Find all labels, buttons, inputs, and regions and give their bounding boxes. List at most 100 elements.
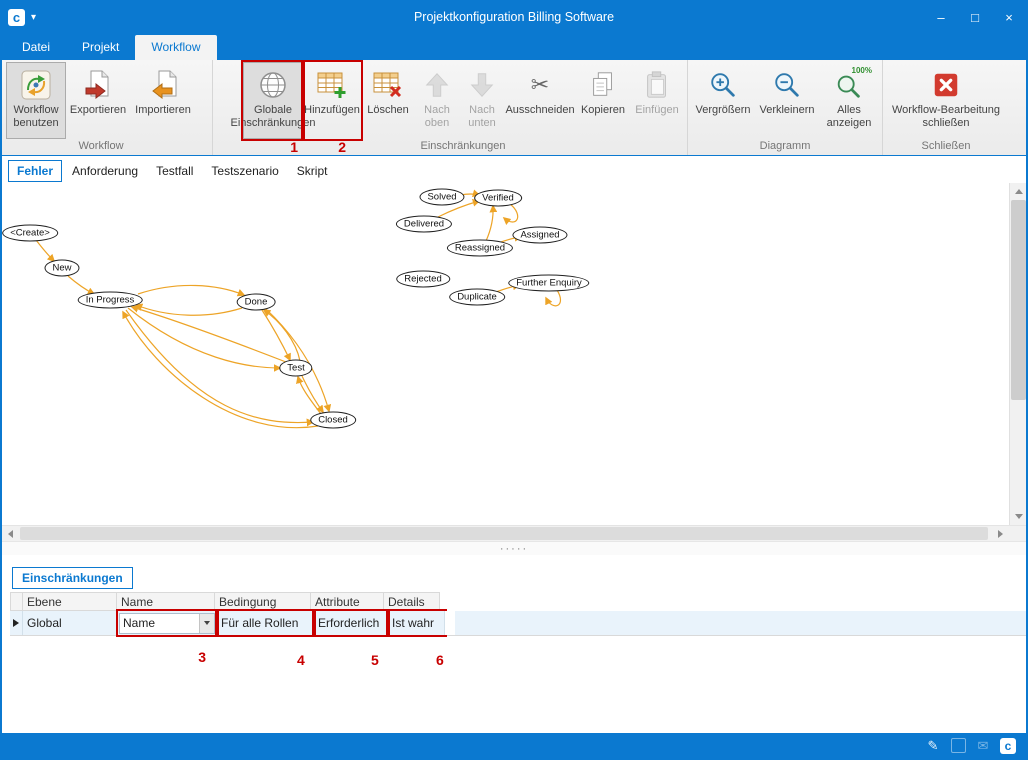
combobox-dropdown-button[interactable]	[199, 614, 214, 633]
panel-splitter[interactable]: ·····	[2, 541, 1026, 555]
verkleinern-button[interactable]: Verkleinern	[754, 62, 820, 139]
doc-tab-fehler[interactable]: Fehler	[8, 160, 62, 182]
export-icon	[81, 67, 115, 103]
tab-projekt[interactable]: Projekt	[66, 35, 135, 60]
row-selector[interactable]	[10, 611, 23, 635]
workflow-node-new[interactable]: New	[44, 260, 79, 277]
workflow-use-icon	[19, 67, 53, 103]
doc-tab-testszenario[interactable]: Testszenario	[203, 161, 286, 181]
ribbon-tab-strip: Datei Projekt Workflow	[2, 32, 1026, 60]
titlebar: c ▾ Projektkonfiguration Billing Softwar…	[2, 2, 1026, 32]
workflow-node-rejected[interactable]: Rejected	[396, 271, 450, 288]
importieren-button[interactable]: Importieren	[130, 62, 196, 139]
window-title: Projektkonfiguration Billing Software	[414, 10, 614, 24]
horizontal-scrollbar[interactable]	[2, 525, 1026, 541]
button-label: Einfügen	[635, 104, 678, 117]
chevron-down-icon	[204, 621, 210, 625]
workflow-node-in-progress[interactable]: In Progress	[78, 292, 143, 309]
workflow-node-solved[interactable]: Solved	[419, 189, 464, 206]
workflow-node-assigned[interactable]: Assigned	[512, 227, 567, 244]
button-label: Ausschneiden	[505, 104, 574, 117]
button-label: Exportieren	[70, 104, 126, 117]
nach-oben-button: Nach oben	[415, 62, 459, 139]
header-name[interactable]: Name	[116, 592, 215, 611]
ausschneiden-button[interactable]: ✂ Ausschneiden	[505, 62, 575, 139]
vertical-scrollbar[interactable]	[1009, 183, 1026, 525]
zoom-out-icon	[770, 67, 804, 103]
workflow-node-create[interactable]: <Create>	[2, 225, 58, 242]
ribbon-group-workflow: Workflow benutzen Exportieren Importiere…	[2, 60, 212, 155]
document-tab-strip: Fehler Anforderung Testfall Testszenario…	[2, 156, 1026, 183]
tab-workflow[interactable]: Workflow	[135, 35, 216, 60]
annotation-number-6: 6	[436, 652, 444, 668]
app-window: c ▾ Projektkonfiguration Billing Softwar…	[0, 0, 1028, 760]
table-row[interactable]: Global Name 3 Für alle Rollen Erforderli…	[10, 611, 1026, 636]
scissors-icon: ✂	[523, 67, 557, 103]
app-icon[interactable]: c	[8, 9, 25, 26]
maximize-button[interactable]: □	[958, 2, 992, 32]
arrow-up-icon	[420, 67, 454, 103]
doc-tab-anforderung[interactable]: Anforderung	[64, 161, 146, 181]
header-details[interactable]: Details	[383, 592, 440, 611]
header-ebene[interactable]: Ebene	[22, 592, 117, 611]
scroll-up-icon[interactable]	[1010, 183, 1026, 200]
workflow-node-verified[interactable]: Verified	[474, 190, 522, 207]
workflow-node-reassigned[interactable]: Reassigned	[447, 240, 513, 257]
quick-access-caret-icon[interactable]: ▾	[31, 12, 36, 23]
arrow-down-icon	[465, 67, 499, 103]
constraints-panel: Einschränkungen Ebene Name Bedingung Att…	[2, 555, 1026, 733]
edit-status-icon[interactable]: ✎	[925, 738, 941, 754]
loeschen-button[interactable]: Löschen	[361, 62, 415, 139]
workflow-bearbeitung-schliessen-button[interactable]: Workflow-Bearbeitung schließen	[887, 62, 1005, 139]
workflow-edges	[2, 183, 1009, 525]
minimize-button[interactable]: –	[924, 2, 958, 32]
button-label: Vergrößern	[695, 104, 750, 117]
workflow-canvas[interactable]: <Create> New In Progress Done Test Close…	[2, 183, 1026, 525]
alles-anzeigen-button[interactable]: 100% Alles anzeigen	[820, 62, 878, 139]
group-label-schliessen: Schließen	[887, 139, 1005, 155]
header-bedingung[interactable]: Bedingung	[214, 592, 311, 611]
zoom-in-icon	[706, 67, 740, 103]
cell-details[interactable]: Ist wahr	[388, 611, 445, 635]
group-label-einschraenkungen: Einschränkungen	[243, 139, 683, 155]
vergroessern-button[interactable]: Vergrößern	[692, 62, 754, 139]
workflow-node-duplicate[interactable]: Duplicate	[449, 289, 505, 306]
scroll-down-icon[interactable]	[1010, 508, 1026, 525]
workflow-node-delivered[interactable]: Delivered	[396, 216, 452, 233]
workflow-benutzen-button[interactable]: Workflow benutzen	[6, 62, 66, 139]
scroll-left-icon[interactable]	[2, 526, 19, 542]
exportieren-button[interactable]: Exportieren	[66, 62, 130, 139]
annotation-number-1: 1	[290, 139, 298, 155]
mail-status-icon[interactable]: ✉	[975, 738, 991, 754]
workflow-node-closed[interactable]: Closed	[310, 412, 356, 429]
statusbar: ✎ ✉ c	[2, 733, 1026, 758]
cell-bedingung[interactable]: Für alle Rollen	[217, 611, 314, 635]
globe-icon	[256, 67, 290, 103]
name-combobox-cell[interactable]: Name 3	[118, 611, 217, 635]
copy-icon	[586, 67, 620, 103]
tab-datei[interactable]: Datei	[6, 35, 66, 60]
grid-status-icon[interactable]	[950, 738, 966, 754]
workflow-node-further-enquiry[interactable]: Further Enquiry	[508, 275, 589, 292]
doc-tab-skript[interactable]: Skript	[289, 161, 336, 181]
paste-icon	[640, 67, 674, 103]
hinzufuegen-button[interactable]: Hinzufügen 2	[303, 62, 361, 139]
horizontal-scrollbar-thumb[interactable]	[20, 527, 988, 540]
annotation-number-2: 2	[338, 139, 346, 155]
row-indicator-icon	[13, 619, 19, 627]
header-attribute[interactable]: Attribute	[310, 592, 384, 611]
app-logo-status-icon[interactable]: c	[1000, 738, 1016, 754]
panel-tab-einschraenkungen[interactable]: Einschränkungen	[12, 567, 133, 589]
ribbon-group-einschraenkungen: Globale Einschränkungen 1 Hinzufügen 2 L…	[212, 60, 687, 155]
cell-attribute[interactable]: Erforderlich	[314, 611, 388, 635]
close-button[interactable]: ×	[992, 2, 1026, 32]
cell-ebene[interactable]: Global	[23, 611, 118, 635]
globale-einschraenkungen-button[interactable]: Globale Einschränkungen 1	[243, 62, 303, 139]
vertical-scrollbar-thumb[interactable]	[1011, 200, 1026, 400]
scroll-right-icon[interactable]	[992, 526, 1009, 542]
kopieren-button[interactable]: Kopieren	[575, 62, 631, 139]
name-combobox[interactable]: Name	[119, 613, 215, 634]
workflow-node-done[interactable]: Done	[237, 294, 276, 311]
ribbon: Workflow benutzen Exportieren Importiere…	[2, 60, 1026, 156]
doc-tab-testfall[interactable]: Testfall	[148, 161, 201, 181]
